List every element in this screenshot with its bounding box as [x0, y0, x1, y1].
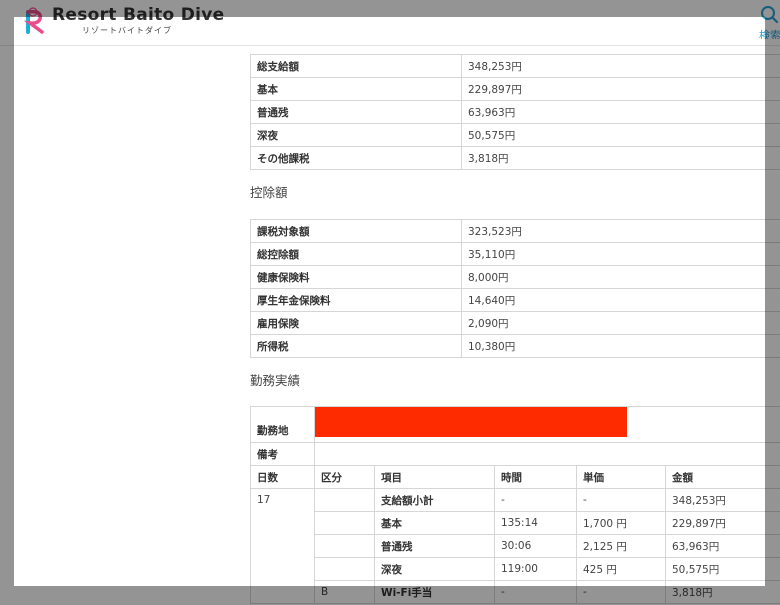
column-header: 時間: [494, 465, 577, 489]
category-cell: [314, 557, 375, 581]
workplace-value: [313, 406, 780, 443]
payment-label: 深夜: [250, 123, 462, 147]
item-cell: 支給額小計: [374, 488, 495, 512]
logo-subtitle: リゾートバイトダイブ: [82, 26, 172, 35]
workplace-row: 勤務地: [250, 406, 780, 443]
remarks-value: [313, 442, 780, 466]
table-row: 雇用保険 2,090円: [250, 311, 780, 335]
search-button[interactable]: 検索: [758, 5, 780, 39]
time-cell: 30:06: [494, 534, 577, 558]
remarks-row: 備考: [250, 442, 780, 466]
category-cell: [314, 511, 375, 535]
table-row: 所得税 10,380円: [250, 334, 780, 358]
deductions-title: 控除額: [250, 185, 288, 200]
unit-price-cell: 1,700 円: [576, 511, 666, 535]
table-row: 普通残 63,963円: [250, 100, 780, 124]
payment-label: 総支給額: [250, 54, 462, 78]
table-row: 普通残 30:06 2,125 円 63,963円: [251, 534, 780, 558]
search-label: 検索: [759, 29, 780, 39]
category-cell: [314, 534, 375, 558]
table-row: 深夜 119:00 425 円 50,575円: [251, 557, 780, 581]
payment-label: 普通残: [250, 100, 462, 124]
unit-price-cell: -: [576, 580, 666, 604]
category-cell: [314, 488, 375, 512]
table-row: 総控除額 35,110円: [250, 242, 780, 266]
redaction-block: [315, 407, 627, 437]
item-cell: Wi-Fi手当: [374, 580, 495, 604]
amount-cell: 3,818円: [664, 580, 780, 604]
logo-text[interactable]: Resort Baito Dive: [52, 5, 224, 25]
time-cell: -: [494, 488, 577, 512]
table-row: 深夜 50,575円: [250, 123, 780, 147]
amount-cell: 348,253円: [664, 488, 780, 512]
deduction-label: 課税対象額: [250, 219, 462, 243]
table-row: 17 支給額小計 - - 348,253円: [250, 488, 780, 604]
time-cell: -: [494, 580, 577, 604]
table-row: 基本 229,897円: [250, 77, 780, 101]
deduction-label: 総控除額: [250, 242, 462, 266]
table-row: 課税対象額 323,523円: [250, 219, 780, 243]
deduction-value: 14,640円: [461, 288, 780, 312]
payment-label: 基本: [250, 77, 462, 101]
table-row: B Wi-Fi手当 - - 3,818円: [251, 580, 780, 604]
payment-value: 229,897円: [461, 77, 780, 101]
work-record-table: 勤務地 備考 日数 区分 項目 時間 単価 金額 17 支給額小計 - - 34…: [250, 406, 780, 604]
unit-price-cell: 2,125 円: [576, 534, 666, 558]
item-cell: 基本: [374, 511, 495, 535]
site-header: Resort Baito Dive リゾートバイトダイブ 検索: [0, 0, 780, 46]
deduction-label: 雇用保険: [250, 311, 462, 335]
amount-cell: 63,963円: [664, 534, 780, 558]
workplace-label: 勤務地: [250, 406, 315, 443]
deduction-value: 35,110円: [461, 242, 780, 266]
item-cell: 深夜: [374, 557, 495, 581]
item-cell: 普通残: [374, 534, 495, 558]
payments-table: 総支給額 348,253円 基本 229,897円 普通残 63,963円 深夜 50,…: [250, 54, 780, 170]
table-row: 基本 135:14 1,700 円 229,897円: [251, 511, 780, 535]
column-header: 金額: [664, 465, 780, 489]
main-content: 総支給額 348,253円 基本 229,897円 普通残 63,963円 深夜 50,…: [0, 46, 780, 605]
time-cell: 119:00: [494, 557, 577, 581]
deduction-label: 所得税: [250, 334, 462, 358]
amount-cell: 229,897円: [664, 511, 780, 535]
category-cell: B: [314, 580, 375, 604]
search-icon: [761, 6, 778, 24]
time-cell: 135:14: [494, 511, 577, 535]
deduction-label: 健康保険料: [250, 265, 462, 289]
payment-value: 50,575円: [461, 123, 780, 147]
unit-price-cell: 425 円: [576, 557, 666, 581]
deduction-value: 10,380円: [461, 334, 780, 358]
column-header: 日数: [250, 465, 315, 489]
amount-cell: 50,575円: [664, 557, 780, 581]
deductions-table: 課税対象額 323,523円 総控除額 35,110円 健康保険料 8,000円 厚生…: [250, 219, 780, 358]
payment-value: 63,963円: [461, 100, 780, 124]
unit-price-cell: -: [576, 488, 666, 512]
deduction-label: 厚生年金保険料: [250, 288, 462, 312]
logo-icon[interactable]: [23, 6, 50, 34]
column-header: 区分: [314, 465, 375, 489]
payment-value: 348,253円: [461, 54, 780, 78]
column-header: 単価: [576, 465, 666, 489]
deduction-value: 8,000円: [461, 265, 780, 289]
days-value: 17: [250, 488, 315, 604]
deduction-value: 323,523円: [461, 219, 780, 243]
column-header: 項目: [374, 465, 495, 489]
remarks-label: 備考: [250, 442, 315, 466]
work-record-title: 勤務実績: [250, 373, 301, 388]
deduction-value: 2,090円: [461, 311, 780, 335]
payment-label: その他課税: [250, 146, 462, 170]
payment-value: 3,818円: [461, 146, 780, 170]
table-row: 健康保険料 8,000円: [250, 265, 780, 289]
table-header-row: 日数 区分 項目 時間 単価 金額: [250, 465, 780, 489]
table-row: 厚生年金保険料 14,640円: [250, 288, 780, 312]
table-row: その他課税 3,818円: [250, 146, 780, 170]
table-row: 総支給額 348,253円: [250, 54, 780, 78]
